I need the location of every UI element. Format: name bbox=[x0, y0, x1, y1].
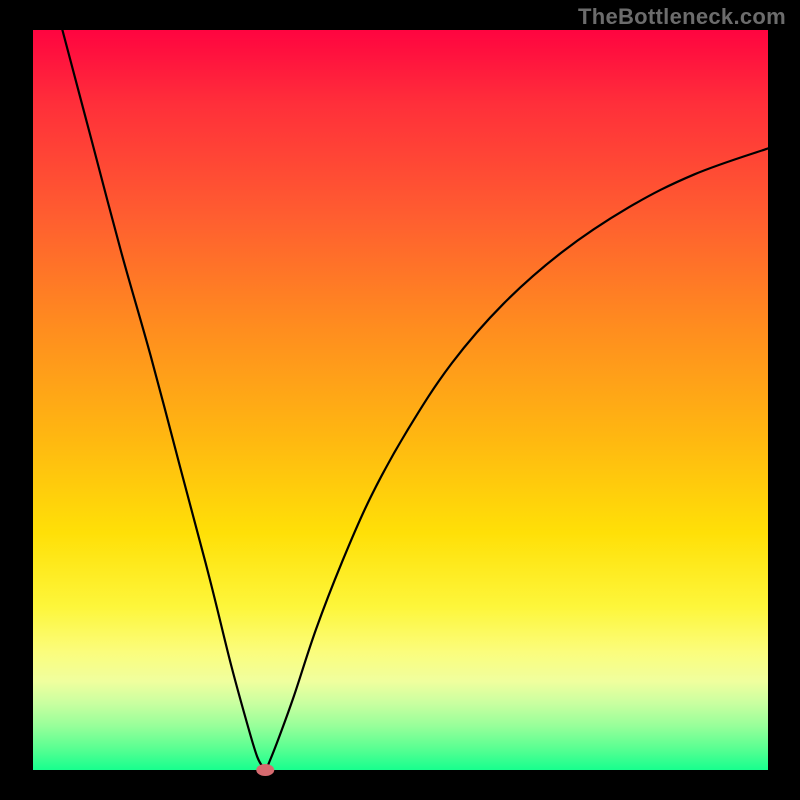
minimum-marker bbox=[256, 764, 274, 776]
watermark-label: TheBottleneck.com bbox=[578, 4, 786, 30]
plot-area bbox=[33, 30, 768, 770]
chart-frame: TheBottleneck.com bbox=[0, 0, 800, 800]
bottleneck-curve bbox=[62, 30, 768, 770]
bottleneck-curve-svg bbox=[33, 30, 768, 770]
